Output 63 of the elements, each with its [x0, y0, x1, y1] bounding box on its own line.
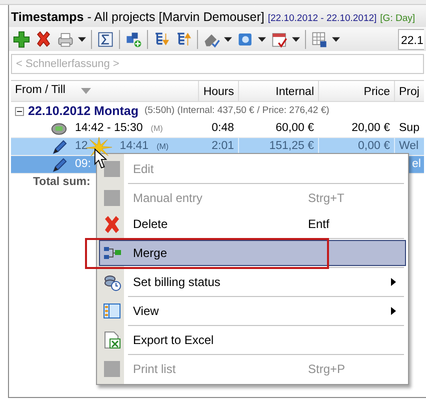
caret-icon[interactable] [224, 36, 232, 42]
menu-item[interactable]: Merge [99, 240, 406, 266]
submenu-arrow-icon [391, 278, 396, 286]
caret-icon[interactable] [292, 36, 300, 42]
table-cell: 0:48 [199, 120, 239, 138]
column-header[interactable]: Proj [395, 81, 424, 101]
spreadsheet-export-icon [103, 331, 121, 349]
caret-icon[interactable] [78, 36, 86, 42]
window-icon[interactable] [237, 30, 254, 48]
close-icon [103, 215, 121, 233]
blank-square-icon [103, 160, 121, 178]
menu-item[interactable]: Set billing status [99, 269, 406, 295]
column-header[interactable]: From / Till [15, 82, 66, 100]
window-panes-icon [103, 302, 121, 320]
sort-arrow-icon [81, 88, 92, 94]
menu-item[interactable]: View [99, 298, 406, 324]
time-range: 14:42 - 15:30 [75, 120, 143, 136]
table-cell: 60,00 € [239, 120, 319, 138]
column-header[interactable]: Hours [199, 81, 239, 101]
table-save-icon[interactable] [311, 30, 328, 48]
total-label: Total sum: [33, 175, 90, 190]
menu-item[interactable]: Export to Excel [99, 327, 406, 353]
group-summary: (5:50h) (Internal: 437,50 € / Price: 276,42 €) [144, 104, 330, 118]
menu-item[interactable]: Delete Entf [99, 211, 406, 237]
quick-entry-field[interactable]: < Schnellerfassung > [11, 54, 424, 74]
submenu-arrow-icon [391, 307, 396, 315]
plus-icon[interactable] [13, 30, 30, 48]
tree-arrow-up-icon[interactable] [175, 30, 192, 48]
date-field[interactable]: 22.1 [398, 28, 424, 50]
grouping-label: [G: Day] [380, 13, 416, 24]
caret-icon[interactable] [332, 36, 340, 42]
close-icon[interactable] [35, 30, 52, 48]
column-header[interactable]: Internal [239, 81, 319, 101]
printer-icon[interactable] [57, 30, 74, 48]
window-title: Timestamps [11, 10, 84, 24]
group-date: 22.10.2012 Montag [28, 102, 138, 120]
blank-square-icon [103, 360, 121, 378]
manual-mark: (M) [156, 140, 169, 152]
phone-icon [51, 120, 67, 136]
cursor-icon [94, 148, 107, 169]
date-range: [22.10.2012 - 22.10.2012] [268, 13, 377, 24]
caret-icon[interactable] [258, 36, 266, 42]
column-header[interactable]: Price [319, 81, 395, 101]
time-range: 12 [75, 138, 88, 154]
user-name: [Marvin Demouser] [158, 10, 264, 24]
table-cell: 20,00 € [319, 120, 395, 138]
table-cell-text: Wel [398, 138, 420, 154]
pen-icon [51, 156, 67, 172]
collapse-toggle[interactable] [15, 106, 24, 116]
sigma-icon[interactable] [97, 30, 114, 48]
manual-mark: (M) [150, 122, 163, 134]
cubes-plus-icon[interactable] [125, 30, 142, 48]
coins-clock-icon [103, 273, 121, 291]
merge-icon [103, 244, 121, 262]
time-range: 09: [75, 156, 91, 172]
table-cell-text: Sup [398, 120, 420, 136]
pen-icon [51, 138, 67, 154]
calendar-icon[interactable] [271, 30, 288, 48]
window-subtitle: - All projects [87, 10, 156, 24]
time-end: 14:41 [120, 138, 149, 154]
tree-arrow-down-icon[interactable] [153, 30, 170, 48]
blank-square-icon [103, 189, 121, 207]
table-cell-text: el [411, 156, 422, 172]
